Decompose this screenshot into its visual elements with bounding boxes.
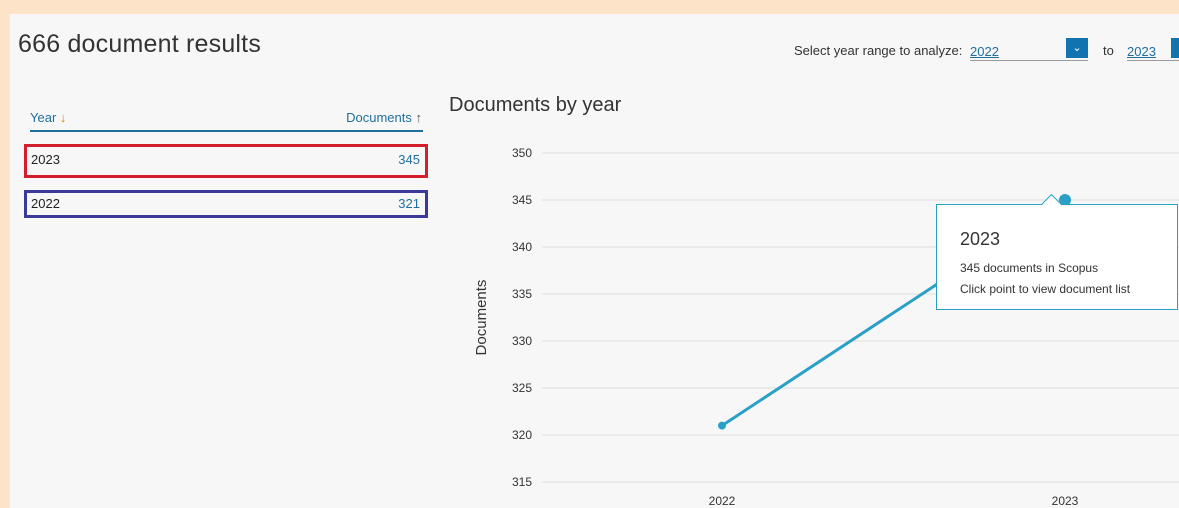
- y-tick-label: 335: [512, 287, 532, 301]
- table-row[interactable]: 2022 321: [24, 190, 428, 218]
- sort-by-year-button[interactable]: Year ↓: [30, 110, 66, 125]
- row-year: 2022: [31, 196, 60, 211]
- y-tick-label: 320: [512, 428, 532, 442]
- year-range-selector: Select year range to analyze: 2022 ⌄ to …: [10, 30, 1179, 61]
- from-year-value: 2022: [970, 44, 999, 59]
- year-range-label: Select year range to analyze:: [794, 43, 963, 58]
- to-year-select[interactable]: 2023 ⌄: [1127, 34, 1179, 61]
- documents-by-year-chart: 350 345 340 335 330 325 320 315 Documents 2022 202…: [473, 146, 1179, 508]
- table-header: Year ↓ Documents ↑: [30, 110, 422, 132]
- row-documents-link[interactable]: 345: [398, 152, 420, 167]
- y-tick-label: 340: [512, 240, 532, 254]
- data-point[interactable]: [718, 421, 726, 430]
- y-tick-label: 345: [512, 193, 532, 207]
- chevron-down-icon[interactable]: ⌄: [1066, 38, 1088, 58]
- header-divider: [30, 130, 423, 132]
- sort-by-documents-button[interactable]: Documents ↑: [346, 110, 422, 125]
- chart-title: Documents by year: [449, 94, 622, 116]
- chart-tooltip: 2023 345 documents in Scopus Click point…: [936, 193, 1178, 310]
- y-tick-label: 330: [512, 334, 532, 348]
- x-tick-label: 2023: [1052, 494, 1079, 508]
- to-year-value: 2023: [1127, 44, 1156, 59]
- y-tick-label: 315: [512, 475, 532, 489]
- year-column-label: Year: [30, 110, 57, 125]
- y-tick-label: 325: [512, 381, 532, 395]
- y-tick-label: 350: [512, 146, 532, 160]
- tooltip-count: 345 documents in Scopus: [960, 261, 1099, 275]
- row-year: 2023: [31, 152, 60, 167]
- x-tick-label: 2022: [709, 494, 736, 508]
- from-year-select[interactable]: 2022 ⌄: [970, 34, 1088, 61]
- arrow-up-icon: ↑: [415, 110, 423, 125]
- arrow-down-icon: ↓: [59, 110, 67, 125]
- row-documents-link[interactable]: 321: [398, 196, 420, 211]
- documents-column-label: Documents: [346, 110, 412, 125]
- tooltip-hint: Click point to view document list: [960, 282, 1131, 296]
- tooltip-year: 2023: [960, 229, 1001, 249]
- y-axis-title: Documents: [473, 280, 490, 356]
- chevron-down-icon[interactable]: ⌄: [1171, 38, 1179, 58]
- table-row[interactable]: 2023 345: [24, 144, 428, 178]
- to-label: to: [1103, 43, 1114, 58]
